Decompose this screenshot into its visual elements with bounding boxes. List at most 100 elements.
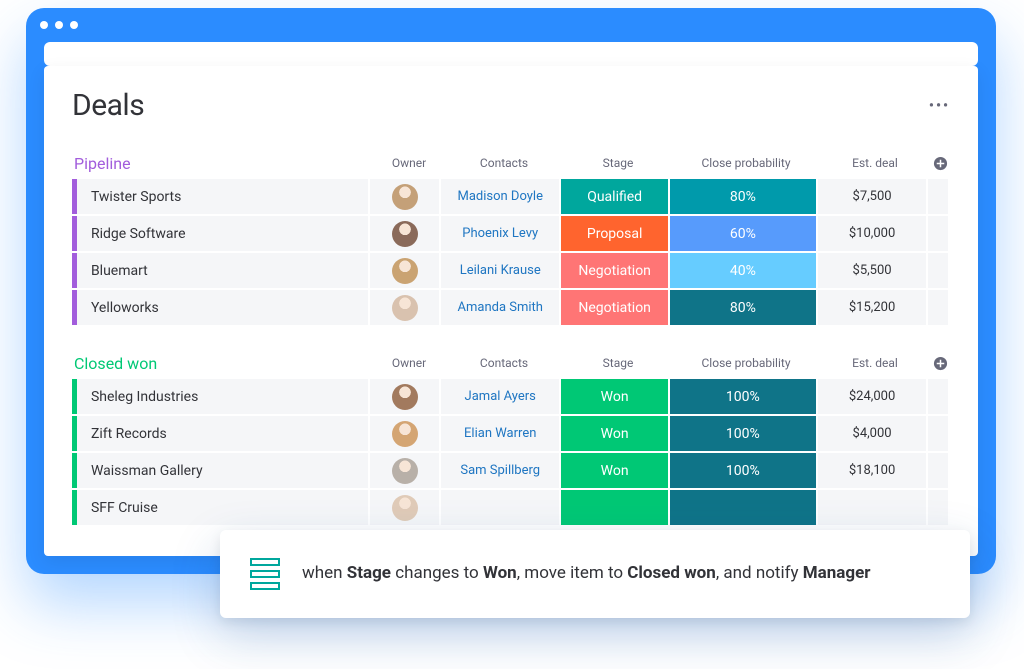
contacts-cell[interactable]: Madison Doyle — [441, 179, 559, 214]
group-closedwon: Closed wonOwnerContactsStageClose probab… — [72, 351, 950, 525]
url-bar[interactable] — [44, 42, 978, 66]
column-header-owner[interactable]: Owner — [374, 356, 444, 370]
table-row[interactable]: Sheleg Industries Jamal AyersWon100%$24,0… — [72, 379, 950, 414]
stage-cell[interactable]: Negotiation — [561, 253, 668, 288]
column-header-contacts[interactable]: Contacts — [444, 156, 564, 170]
table-row[interactable]: Twister Sports Madison DoyleQualified80%$… — [72, 179, 950, 214]
est-deal-cell[interactable] — [818, 490, 926, 525]
contacts-cell[interactable]: Amanda Smith — [441, 290, 559, 325]
table-row[interactable]: Ridge Software Phoenix LevyProposal60%$10… — [72, 216, 950, 251]
contacts-cell[interactable]: Leilani Krause — [441, 253, 559, 288]
window-dot — [70, 21, 78, 29]
trailing-cell — [928, 290, 948, 325]
owner-cell[interactable] — [370, 179, 439, 214]
stage-cell[interactable]: Negotiation — [561, 290, 668, 325]
column-header-owner[interactable]: Owner — [374, 156, 444, 170]
contacts-cell[interactable]: Jamal Ayers — [441, 379, 559, 414]
owner-cell[interactable] — [370, 216, 439, 251]
more-icon[interactable]: ••• — [929, 98, 950, 114]
est-deal-cell[interactable]: $24,000 — [818, 379, 926, 414]
add-column-button[interactable] — [930, 356, 950, 371]
stage-cell[interactable]: Won — [561, 379, 668, 414]
avatar — [392, 184, 418, 210]
column-header-est-deal[interactable]: Est. deal — [820, 356, 930, 370]
deal-name-cell[interactable]: Bluemart — [77, 253, 368, 288]
automation-card[interactable]: when Stage changes to Won, move item to … — [220, 530, 970, 618]
deal-name-cell[interactable]: Ridge Software — [77, 216, 368, 251]
est-deal-cell[interactable]: $5,500 — [818, 253, 926, 288]
stage-cell[interactable]: Proposal — [561, 216, 668, 251]
page-header: Deals ••• — [72, 88, 950, 123]
automation-text: when Stage changes to Won, move item to … — [302, 562, 871, 586]
avatar — [392, 495, 418, 521]
probability-cell[interactable]: 40% — [670, 253, 816, 288]
trailing-cell — [928, 490, 948, 525]
stage-cell[interactable]: Won — [561, 453, 668, 488]
trailing-cell — [928, 453, 948, 488]
column-header-stage[interactable]: Stage — [564, 156, 672, 170]
owner-cell[interactable] — [370, 290, 439, 325]
probability-cell[interactable]: 100% — [670, 379, 816, 414]
table-row[interactable]: Waissman Gallery Sam SpillbergWon100%$18,… — [72, 453, 950, 488]
group-header: PipelineOwnerContactsStageClose probabil… — [72, 151, 950, 175]
owner-cell[interactable] — [370, 453, 439, 488]
contacts-cell[interactable]: Elian Warren — [441, 416, 559, 451]
trailing-cell — [928, 416, 948, 451]
group-name[interactable]: Pipeline — [72, 154, 374, 173]
window-titlebar — [26, 8, 996, 42]
table-row[interactable]: Yelloworks Amanda SmithNegotiation80%$15,… — [72, 290, 950, 325]
column-header-probability[interactable]: Close probability — [672, 156, 820, 170]
trailing-cell — [928, 179, 948, 214]
group-pipeline: PipelineOwnerContactsStageClose probabil… — [72, 151, 950, 325]
probability-cell[interactable]: 60% — [670, 216, 816, 251]
column-header-contacts[interactable]: Contacts — [444, 356, 564, 370]
column-header-probability[interactable]: Close probability — [672, 356, 820, 370]
trailing-cell — [928, 379, 948, 414]
owner-cell[interactable] — [370, 490, 439, 525]
probability-cell[interactable]: 100% — [670, 416, 816, 451]
probability-cell[interactable] — [670, 490, 816, 525]
deal-name-cell[interactable]: Twister Sports — [77, 179, 368, 214]
column-header-stage[interactable]: Stage — [564, 356, 672, 370]
window-dot — [40, 21, 48, 29]
automation-icon — [250, 558, 280, 590]
contacts-cell[interactable]: Phoenix Levy — [441, 216, 559, 251]
probability-cell[interactable]: 80% — [670, 179, 816, 214]
deal-name-cell[interactable]: Yelloworks — [77, 290, 368, 325]
est-deal-cell[interactable]: $7,500 — [818, 179, 926, 214]
trailing-cell — [928, 216, 948, 251]
probability-cell[interactable]: 100% — [670, 453, 816, 488]
avatar — [392, 384, 418, 410]
table-row[interactable]: Bluemart Leilani KrauseNegotiation40%$5,5… — [72, 253, 950, 288]
group-name[interactable]: Closed won — [72, 354, 374, 373]
stage-cell[interactable]: Qualified — [561, 179, 668, 214]
owner-cell[interactable] — [370, 253, 439, 288]
probability-cell[interactable]: 80% — [670, 290, 816, 325]
stage-cell[interactable] — [561, 490, 668, 525]
contacts-cell[interactable]: Sam Spillberg — [441, 453, 559, 488]
deal-name-cell[interactable]: Zift Records — [77, 416, 368, 451]
contacts-cell[interactable] — [441, 490, 559, 525]
column-header-est-deal[interactable]: Est. deal — [820, 156, 930, 170]
avatar — [392, 295, 418, 321]
trailing-cell — [928, 253, 948, 288]
browser-frame: Deals ••• PipelineOwnerContactsStageClos… — [26, 8, 996, 574]
deal-name-cell[interactable]: SFF Cruise — [77, 490, 368, 525]
avatar — [392, 221, 418, 247]
board-panel: Deals ••• PipelineOwnerContactsStageClos… — [44, 66, 978, 556]
est-deal-cell[interactable]: $10,000 — [818, 216, 926, 251]
plus-icon — [933, 356, 948, 371]
deal-name-cell[interactable]: Sheleg Industries — [77, 379, 368, 414]
deal-name-cell[interactable]: Waissman Gallery — [77, 453, 368, 488]
est-deal-cell[interactable]: $4,000 — [818, 416, 926, 451]
add-column-button[interactable] — [930, 156, 950, 171]
page-title: Deals — [72, 88, 144, 123]
stage-cell[interactable]: Won — [561, 416, 668, 451]
table-row[interactable]: SFF Cruise — [72, 490, 950, 525]
avatar — [392, 458, 418, 484]
est-deal-cell[interactable]: $18,100 — [818, 453, 926, 488]
est-deal-cell[interactable]: $15,200 — [818, 290, 926, 325]
owner-cell[interactable] — [370, 379, 439, 414]
owner-cell[interactable] — [370, 416, 439, 451]
table-row[interactable]: Zift Records Elian WarrenWon100%$4,000 — [72, 416, 950, 451]
